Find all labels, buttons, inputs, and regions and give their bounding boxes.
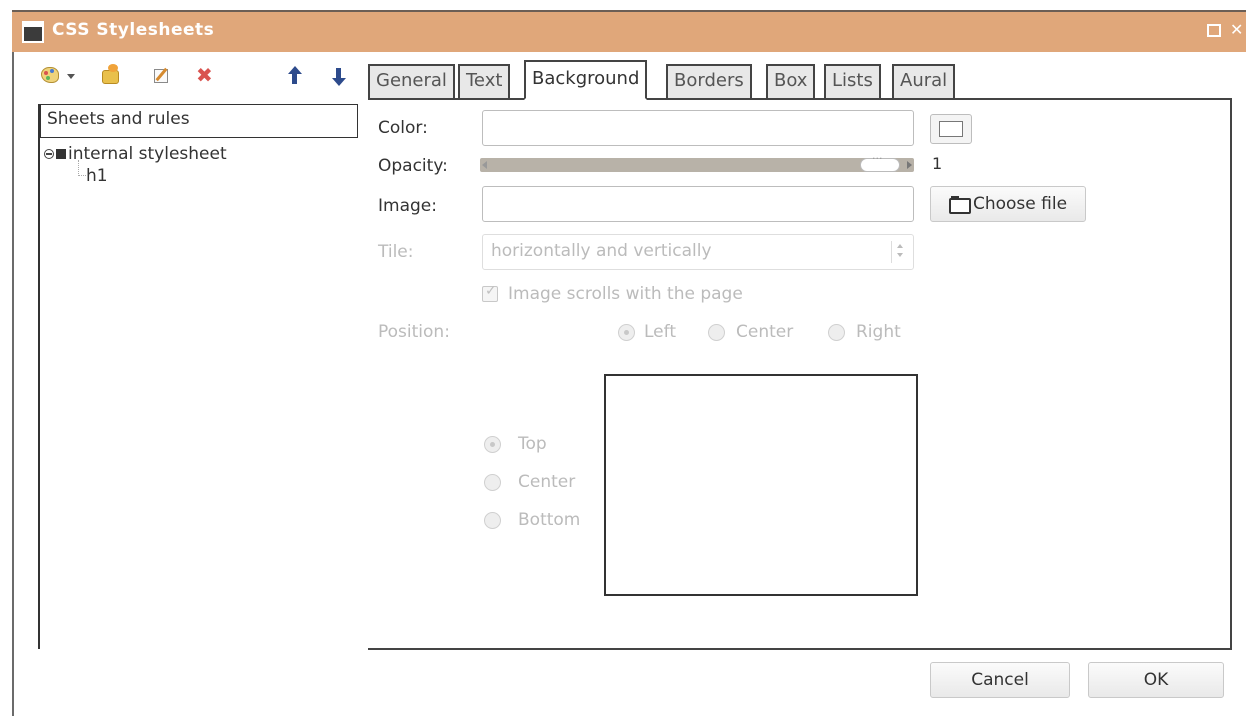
radio-left-label: Left [644,322,676,342]
stylesheet-icon [56,149,66,159]
tab-text[interactable]: Text [458,64,511,98]
tree-header[interactable]: Sheets and rules [40,104,358,138]
radio-bottom-label: Bottom [518,510,581,530]
tab-lists[interactable]: Lists [824,64,881,98]
stylesheet-palette-icon[interactable] [40,64,62,88]
radio-bottom[interactable] [484,512,501,529]
close-icon[interactable]: ✕ [1230,22,1246,38]
tree-item-internal-stylesheet[interactable]: internal stylesheet [44,144,227,164]
radio-top[interactable] [484,436,501,453]
radio-right-label: Right [856,322,901,342]
color-picker-button[interactable] [930,114,972,144]
move-down-icon[interactable] [330,64,346,88]
choose-file-label: Choose file [972,194,1068,214]
color-field[interactable] [482,110,914,146]
scroll-label: Image scrolls with the page [508,284,743,304]
radio-left[interactable] [618,324,635,341]
image-field[interactable] [482,186,914,222]
spin-arrows-icon [891,241,905,263]
window-controls: ✕ [1203,20,1246,39]
sheets-tree[interactable]: Sheets and rules internal stylesheet h1 [38,104,358,649]
tab-background[interactable]: Background [524,60,648,100]
radio-top-label: Top [518,434,547,454]
maximize-icon[interactable] [1206,24,1221,37]
dropdown-arrow-icon[interactable] [66,71,76,81]
delete-icon[interactable]: ✖ [196,64,218,88]
position-preview [604,374,918,596]
radio-center-vertical-label: Center [518,472,576,492]
radio-right[interactable] [828,324,845,341]
tree-connector [78,160,86,176]
edit-icon[interactable] [152,64,174,88]
tile-label: Tile: [378,242,414,262]
tab-borders[interactable]: Borders [666,64,752,98]
tree-item-label: internal stylesheet [68,144,227,164]
position-label: Position: [378,322,450,342]
tab-box[interactable]: Box [766,64,816,98]
cancel-button[interactable]: Cancel [930,662,1070,698]
image-label: Image: [378,196,437,216]
tree-item-h1[interactable]: h1 [86,166,108,186]
background-panel: Color: Opacity: 1 Image: Choose file Til… [368,98,1232,650]
import-icon[interactable] [100,64,122,88]
color-label: Color: [378,118,428,138]
ok-button[interactable]: OK [1088,662,1224,698]
opacity-slider[interactable] [480,152,914,172]
radio-center-vertical[interactable] [484,474,501,491]
tree-item-label: h1 [86,166,108,186]
opacity-label: Opacity: [378,156,448,176]
tile-select[interactable]: horizontally and vertically [482,234,914,270]
tab-general[interactable]: General [368,64,455,98]
color-swatch [939,121,963,137]
tab-aural[interactable]: Aural [892,64,956,98]
move-up-icon[interactable] [286,64,302,88]
toolbar: ✖ [40,64,356,94]
tile-value: horizontally and vertically [491,241,712,261]
choose-file-button[interactable]: Choose file [930,186,1086,222]
folder-open-icon [948,196,971,214]
radio-center-horizontal[interactable] [708,324,725,341]
window-border [12,52,14,716]
collapse-icon[interactable] [44,149,54,159]
title-bar: CSS Stylesheets ✕ [12,10,1246,52]
opacity-value: 1 [932,154,943,173]
window-icon [22,21,44,43]
window-title: CSS Stylesheets [52,20,215,40]
scroll-checkbox[interactable] [482,283,498,302]
radio-center-horizontal-label: Center [736,322,794,342]
slider-handle[interactable] [860,152,900,172]
